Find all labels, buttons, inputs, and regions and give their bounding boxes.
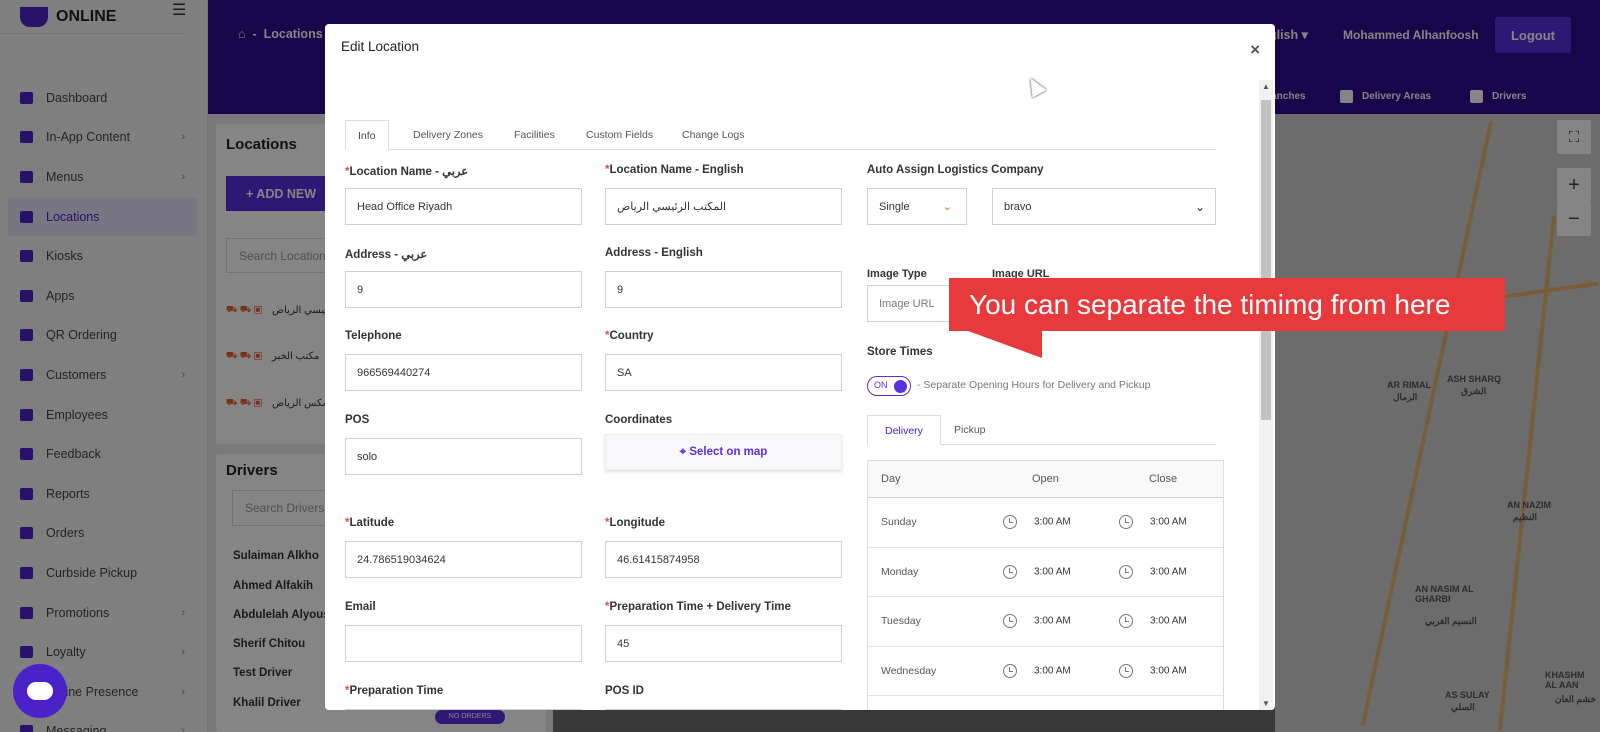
auto-assign-mode-select[interactable]: Single ⌄: [867, 188, 967, 225]
location-name-ar-label: *Location Name - عربي: [345, 166, 469, 178]
open-time[interactable]: 3:00 AM: [1034, 517, 1071, 528]
pos-id-label: POS ID: [605, 685, 644, 697]
image-type-label: Image Type: [867, 268, 927, 280]
day-name: Sunday: [881, 516, 917, 529]
email-input[interactable]: [345, 625, 582, 662]
tab-custom-fields[interactable]: Custom Fields: [574, 120, 665, 150]
auto-assign-label: Auto Assign Logistics Company: [867, 164, 1044, 176]
address-ar-label: Address - عربي: [345, 249, 428, 261]
coordinates-label: Coordinates: [605, 414, 673, 426]
open-time[interactable]: 3:00 AM: [1034, 566, 1071, 577]
open-time[interactable]: 3:00 AM: [1034, 616, 1071, 627]
table-row: Wednesday 3:00 AM 3:00 AM: [868, 647, 1223, 696]
prep-delivery-time-input[interactable]: 45: [605, 625, 842, 662]
close-time[interactable]: 3:00 AM: [1150, 616, 1187, 627]
store-times-label: Store Times: [867, 346, 933, 358]
annotation-callout: You can separate the timimg from here: [949, 278, 1505, 331]
email-label: Email: [345, 601, 376, 613]
prep-time-label: *Preparation Time: [345, 685, 444, 697]
open-clock-icon[interactable]: [1003, 614, 1017, 629]
modal-body: Info Delivery Zones Facilities Custom Fi…: [325, 80, 1257, 710]
tab-pickup[interactable]: Pickup: [937, 415, 1003, 445]
chevron-down-icon: ⌄: [1194, 199, 1205, 214]
close-clock-icon[interactable]: [1119, 614, 1133, 629]
address-ar-input[interactable]: 9: [345, 271, 582, 308]
toggle-knob: [894, 380, 907, 393]
pos-id-input: 679f49e7-a9ea-4c96-80ea-5000701def6a: [605, 709, 842, 710]
scroll-thumb[interactable]: [1261, 100, 1271, 420]
modal-tabs: Info Delivery Zones Facilities Custom Fi…: [345, 120, 1216, 150]
tab-delivery-zones[interactable]: Delivery Zones: [401, 120, 495, 150]
pos-input[interactable]: solo: [345, 438, 582, 475]
logistics-company-select[interactable]: bravo ⌄: [992, 188, 1216, 225]
address-en-label: Address - English: [605, 247, 703, 259]
location-name-en-label: *Location Name - English: [605, 164, 744, 176]
prep-delivery-time-label: *Preparation Time + Delivery Time: [605, 601, 791, 613]
toggle-state: ON: [874, 380, 888, 390]
table-row: Monday 3:00 AM 3:00 AM: [868, 548, 1223, 597]
day-name: Wednesday: [881, 664, 937, 677]
close-clock-icon[interactable]: [1119, 663, 1133, 678]
telephone-input[interactable]: 966569440274: [345, 354, 582, 391]
location-name-ar-input[interactable]: Head Office Riyadh: [345, 188, 582, 225]
latitude-input[interactable]: 24.786519034624: [345, 541, 582, 578]
column-open: Open: [1032, 473, 1059, 485]
prep-time-input[interactable]: 15: [345, 709, 582, 710]
table-row: Sunday 3:00 AM 3:00 AM: [868, 498, 1223, 548]
chat-widget-button[interactable]: [13, 664, 67, 718]
scroll-down-icon[interactable]: ▼: [1262, 699, 1270, 708]
auto-assign-mode-value: Single: [879, 200, 910, 213]
select-on-map-label: Select on map: [689, 446, 768, 458]
chevron-down-icon: ⌄: [942, 201, 952, 213]
close-clock-icon[interactable]: [1119, 515, 1133, 530]
logistics-company-value: bravo: [1004, 200, 1032, 213]
tab-change-logs[interactable]: Change Logs: [670, 120, 756, 150]
modal-title: Edit Location: [341, 39, 420, 54]
latitude-label: *Latitude: [345, 517, 395, 529]
longitude-input[interactable]: 46.61415874958: [605, 541, 842, 578]
scroll-up-icon[interactable]: ▲: [1262, 82, 1270, 91]
column-day: Day: [881, 473, 901, 485]
table-row: Thursday3:00 AM3:00 AM: [868, 696, 1223, 710]
app-root: ONLINE ☰ Dashboard In-App Content › Menus › L…: [0, 0, 1600, 732]
close-time[interactable]: 3:00 AM: [1150, 517, 1187, 528]
edit-location-modal: Edit Location × Info Delivery Zones Faci…: [325, 24, 1275, 710]
open-clock-icon[interactable]: [1003, 515, 1017, 530]
open-time[interactable]: 3:00 AM: [1034, 665, 1071, 676]
telephone-label: Telephone: [345, 330, 402, 342]
chat-icon: [27, 682, 53, 700]
hours-table-body: Sunday 3:00 AM 3:00 AM Monday 3:00 AM 3:00 AM…: [868, 498, 1223, 710]
address-en-input[interactable]: 9: [605, 271, 842, 308]
longitude-label: *Longitude: [605, 517, 666, 529]
column-close: Close: [1149, 473, 1178, 485]
annotation-callout-tail: [960, 328, 1042, 358]
tab-facilities[interactable]: Facilities: [502, 120, 567, 150]
hours-table-header: Day Open Close: [868, 461, 1223, 498]
open-clock-icon[interactable]: [1003, 663, 1017, 678]
separate-hours-description: - Separate Opening Hours for Delivery an…: [917, 379, 1151, 391]
location-name-en-input[interactable]: المكتب الرئيسي الرياض: [605, 188, 842, 225]
modal-scrollbar[interactable]: ▲ ▼: [1259, 80, 1273, 710]
pos-label: POS: [345, 414, 370, 426]
separate-hours-toggle[interactable]: ON: [867, 376, 911, 396]
table-row: Tuesday 3:00 AM 3:00 AM: [868, 597, 1223, 647]
open-clock-icon[interactable]: [1003, 564, 1017, 579]
map-pin-icon: ⌖: [679, 445, 690, 458]
day-name: Monday: [881, 565, 919, 578]
tab-delivery[interactable]: Delivery: [867, 415, 941, 445]
close-clock-icon[interactable]: [1119, 564, 1133, 579]
store-times-tabs: Delivery Pickup: [867, 415, 1216, 445]
close-time[interactable]: 3:00 AM: [1150, 665, 1187, 676]
country-input[interactable]: SA: [605, 354, 842, 391]
select-on-map-button[interactable]: ⌖ Select on map: [605, 434, 842, 470]
close-icon[interactable]: ×: [1250, 40, 1260, 60]
hours-table: Day Open Close Sunday 3:00 AM 3:00 AM Monda…: [867, 460, 1224, 710]
day-name: Tuesday: [881, 615, 921, 628]
tab-info[interactable]: Info: [345, 120, 389, 150]
close-time[interactable]: 3:00 AM: [1150, 566, 1187, 577]
country-label: *Country: [605, 330, 654, 342]
